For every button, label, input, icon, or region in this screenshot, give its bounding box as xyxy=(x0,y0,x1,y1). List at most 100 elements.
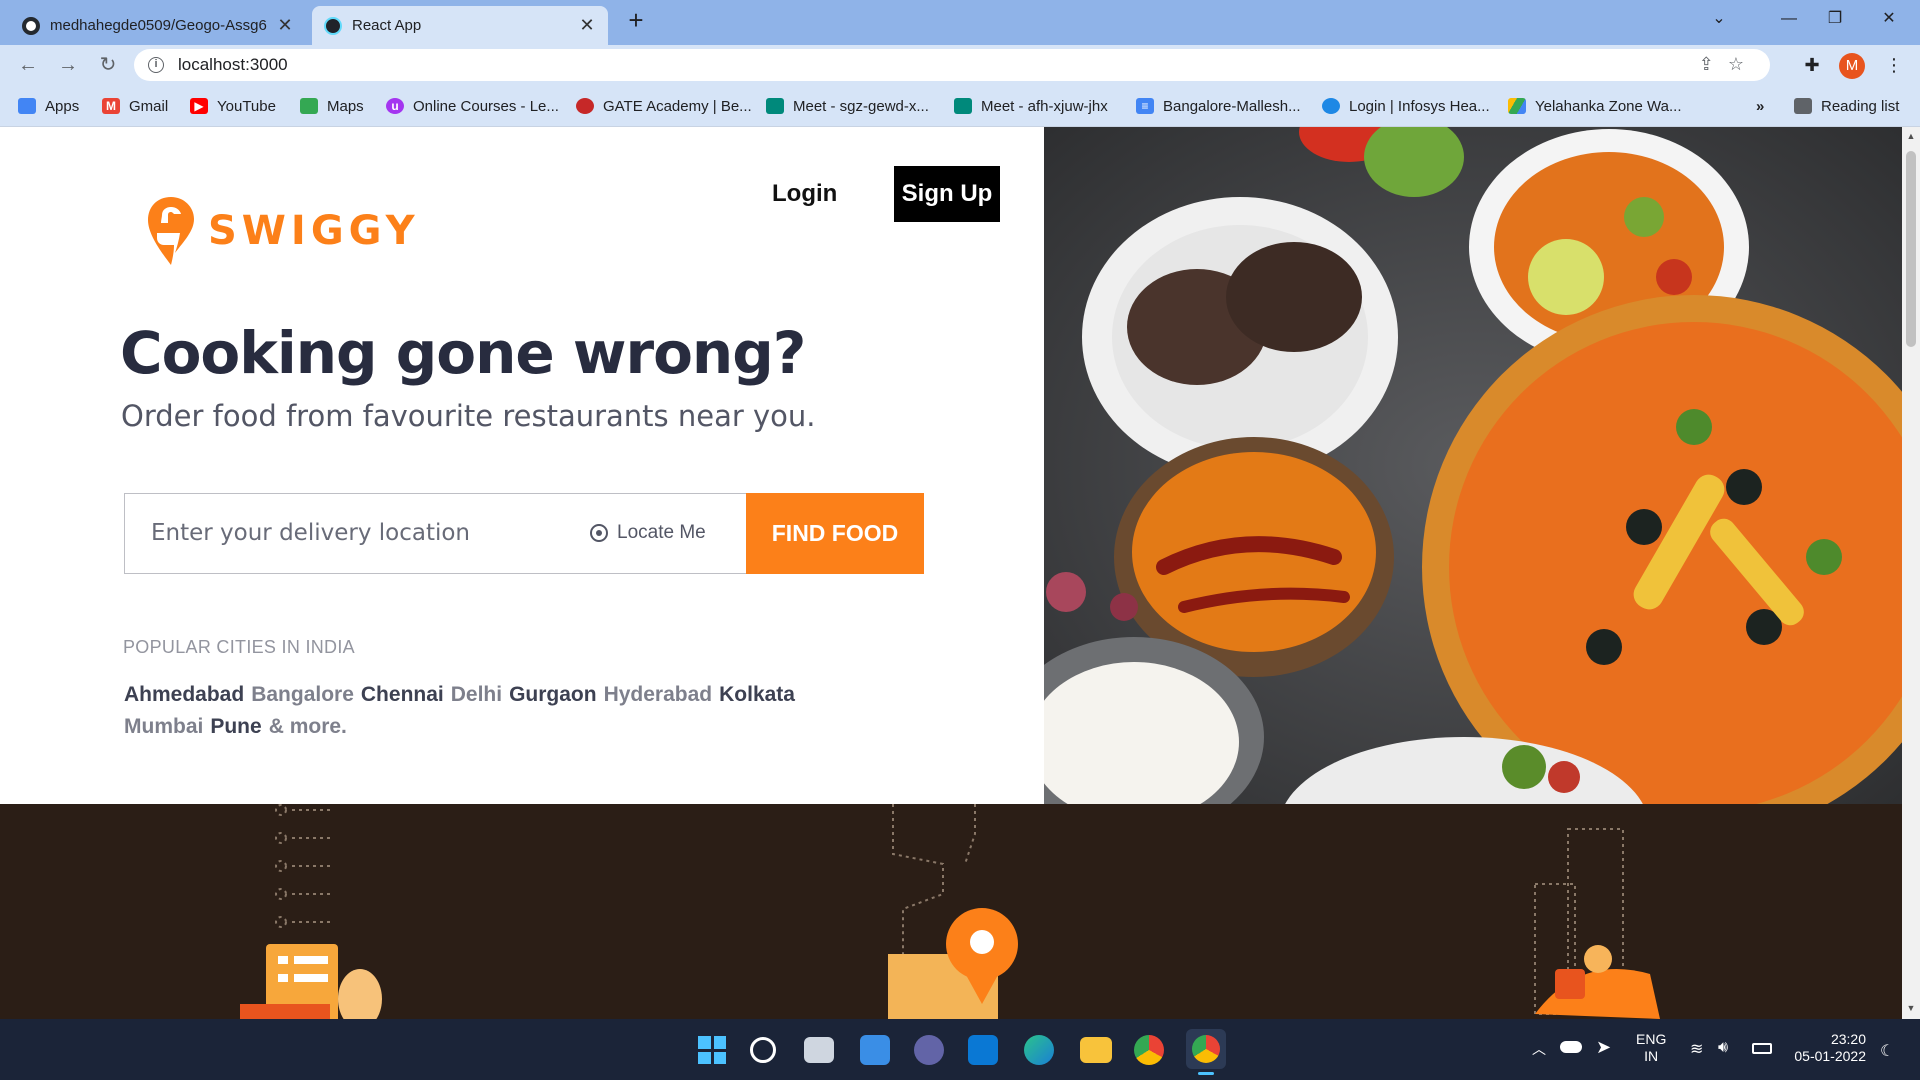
bookmark-gate-academy[interactable]: GATE Academy | Be... xyxy=(576,95,752,117)
page-scrollbar[interactable]: ▲ ▼ xyxy=(1902,127,1920,1019)
battery-icon[interactable] xyxy=(1752,1043,1772,1054)
close-tab-icon[interactable]: ✕ xyxy=(276,15,294,36)
login-link[interactable]: Login xyxy=(772,180,837,208)
city-link[interactable]: Ahmedabad xyxy=(124,683,244,706)
onedrive-icon[interactable] xyxy=(1560,1041,1582,1053)
start-icon[interactable] xyxy=(694,1032,730,1068)
bookmark-infosys[interactable]: Login | Infosys Hea... xyxy=(1322,95,1490,117)
popular-cities-list: Ahmedabad Bangalore Chennai Delhi Gurgaon Hyd… xyxy=(124,679,824,743)
reading-list-icon xyxy=(1794,98,1812,114)
address-bar[interactable]: i localhost:3000 ⇪☆ xyxy=(134,49,1770,81)
show-hidden-icons[interactable]: ︿ xyxy=(1532,1039,1546,1059)
drive-icon xyxy=(1508,98,1526,114)
github-icon xyxy=(22,16,40,35)
language-code: ENG xyxy=(1636,1031,1667,1047)
widgets-icon[interactable] xyxy=(860,1035,890,1065)
menu-icon[interactable]: ⋮ xyxy=(1882,53,1906,77)
signup-button[interactable]: Sign Up xyxy=(894,166,1000,222)
city-link[interactable]: Mumbai xyxy=(124,715,203,738)
bookmark-online-courses[interactable]: u Online Courses - Le... xyxy=(386,95,559,117)
site-info-icon[interactable]: i xyxy=(148,57,164,73)
locate-me-button[interactable]: Locate Me xyxy=(590,522,706,544)
volume-icon[interactable]: 🔊︎ xyxy=(1718,1039,1728,1057)
city-link[interactable]: Gurgaon xyxy=(509,683,597,706)
bookmark-meet-2[interactable]: Meet - afh-xjuw-jhx xyxy=(954,95,1108,117)
find-food-button[interactable]: FIND FOOD xyxy=(746,493,924,574)
file-explorer-icon[interactable] xyxy=(1080,1037,1112,1063)
browser-tab-strip: medhahegde0509/Geogo-Assg6 ✕ React App ✕… xyxy=(0,0,1920,45)
page-title: Cooking gone wrong? xyxy=(120,319,806,387)
extensions-icon[interactable]: ✚ xyxy=(1800,53,1824,77)
browser-toolbar: ← → ↻ i localhost:3000 ⇪☆ ✚ M ⋮ xyxy=(0,45,1920,85)
back-icon[interactable]: ← xyxy=(14,51,42,79)
search-placeholder: Enter your delivery location xyxy=(151,520,471,546)
tab-react-app[interactable]: React App ✕ xyxy=(312,6,608,45)
udemy-icon: u xyxy=(386,98,404,114)
forward-icon[interactable]: → xyxy=(54,51,82,79)
close-window-icon[interactable]: ✕ xyxy=(1866,0,1912,38)
city-link[interactable]: Pune xyxy=(210,715,261,738)
city-link[interactable]: Kolkata xyxy=(719,683,795,706)
reload-icon[interactable]: ↻ xyxy=(94,51,122,79)
swiggy-logo[interactable]: SWIGGY xyxy=(146,195,420,267)
bookmark-yelahanka[interactable]: Yelahanka Zone Wa... xyxy=(1508,95,1681,117)
language-indicator[interactable]: ENG IN xyxy=(1636,1031,1666,1065)
time-text: 23:20 xyxy=(1830,1031,1866,1047)
location-icon[interactable]: ➤ xyxy=(1596,1037,1611,1058)
vscode-icon[interactable] xyxy=(968,1035,998,1065)
clock[interactable]: 23:20 05-01-2022 xyxy=(1786,1031,1866,1065)
bookmark-label: Login | Infosys Hea... xyxy=(1349,97,1490,115)
city-link[interactable]: Chennai xyxy=(361,683,444,706)
new-tab-button[interactable]: + xyxy=(622,6,650,34)
tab-search-icon[interactable]: ⌄ xyxy=(1696,0,1742,38)
city-link[interactable]: Bangalore xyxy=(251,683,354,706)
popular-cities-heading: POPULAR CITIES IN INDIA xyxy=(123,637,355,657)
scroll-down-icon[interactable]: ▼ xyxy=(1902,1003,1920,1013)
bookmark-gmail[interactable]: M Gmail xyxy=(102,95,168,117)
bookmark-bangalore[interactable]: ≡ Bangalore-Mallesh... xyxy=(1136,95,1301,117)
close-tab-icon[interactable]: ✕ xyxy=(578,15,596,36)
tab-github[interactable]: medhahegde0509/Geogo-Assg6 ✕ xyxy=(10,6,306,45)
date-text: 05-01-2022 xyxy=(1794,1048,1866,1064)
page-subtitle: Order food from favourite restaurants ne… xyxy=(121,399,816,433)
swiggy-pin-icon xyxy=(148,197,194,265)
teams-chat-icon[interactable] xyxy=(914,1035,944,1065)
react-icon xyxy=(324,16,342,35)
bookmark-maps[interactable]: Maps xyxy=(300,95,364,117)
bookmark-label: Meet - sgz-gewd-x... xyxy=(793,97,929,115)
bookmark-apps[interactable]: Apps xyxy=(18,95,79,117)
bookmark-label: Meet - afh-xjuw-jhx xyxy=(981,97,1108,115)
minimize-icon[interactable]: — xyxy=(1766,0,1812,38)
search-icon[interactable] xyxy=(750,1037,776,1063)
chrome-profile-icon[interactable] xyxy=(1134,1035,1164,1065)
bookmark-label: GATE Academy | Be... xyxy=(603,97,752,115)
share-and-bookmark-icons[interactable]: ⇪☆ xyxy=(1699,54,1758,75)
bookmark-label: Maps xyxy=(327,97,364,115)
screen: medhahegde0509/Geogo-Assg6 ✕ React App ✕… xyxy=(0,0,1920,1080)
reading-list-button[interactable]: Reading list xyxy=(1794,95,1899,117)
wifi-icon[interactable]: ≋ xyxy=(1690,1039,1703,1059)
scroll-up-icon[interactable]: ▲ xyxy=(1902,131,1920,141)
delivery-location-input[interactable]: Enter your delivery location Locate Me xyxy=(124,493,746,574)
region-code: IN xyxy=(1644,1048,1659,1064)
profile-avatar[interactable]: M xyxy=(1839,53,1865,79)
youtube-icon: ▶ xyxy=(190,98,208,114)
restore-icon[interactable]: ❐ xyxy=(1812,0,1858,38)
bookmark-label: Bangalore-Mallesh... xyxy=(1163,97,1301,115)
page-viewport: SWIGGY Login Sign Up Cooking gone wrong?… xyxy=(0,127,1902,1019)
bookmarks-overflow-button[interactable]: » xyxy=(1756,95,1764,117)
reading-list-label: Reading list xyxy=(1821,97,1900,115)
chrome-active-icon[interactable] xyxy=(1186,1029,1226,1075)
scrollbar-thumb[interactable] xyxy=(1906,151,1916,347)
bookmarks-bar: Apps M Gmail ▶ YouTube Maps u Online Course… xyxy=(0,85,1920,127)
task-view-icon[interactable] xyxy=(804,1037,834,1063)
city-link[interactable]: Hyderabad xyxy=(604,683,713,706)
bookmark-label: Yelahanka Zone Wa... xyxy=(1535,97,1682,115)
more-cities-link[interactable]: & more. xyxy=(269,715,347,738)
bookmark-meet-1[interactable]: Meet - sgz-gewd-x... xyxy=(766,95,929,117)
edge-icon[interactable] xyxy=(1024,1035,1054,1065)
gate-icon xyxy=(576,98,594,114)
notifications-icon[interactable]: ☾ xyxy=(1880,1041,1894,1061)
bookmark-youtube[interactable]: ▶ YouTube xyxy=(190,95,276,117)
city-link[interactable]: Delhi xyxy=(451,683,502,706)
